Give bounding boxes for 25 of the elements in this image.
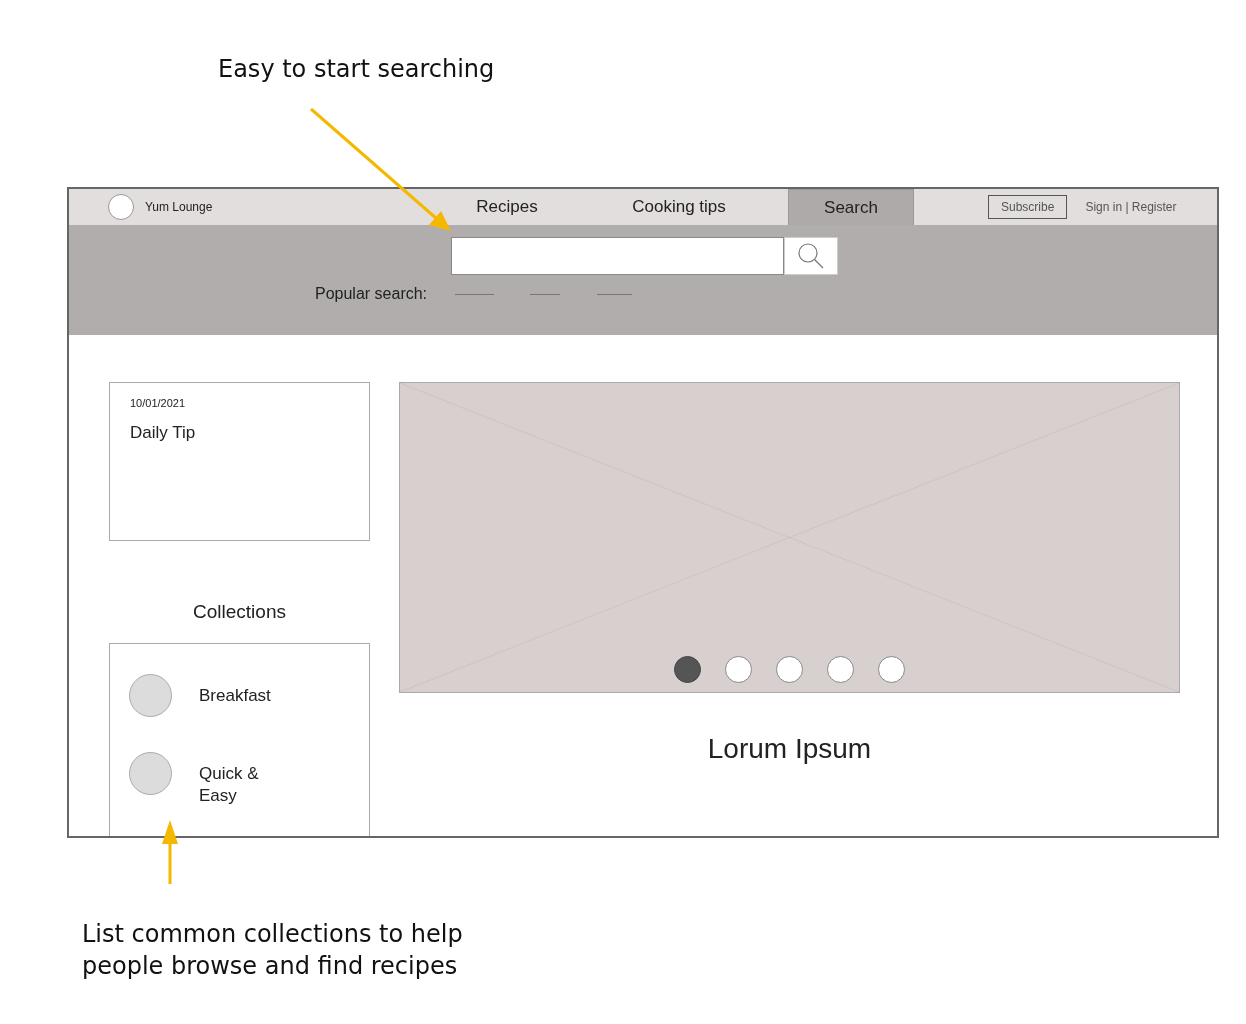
search-field[interactable]	[451, 237, 784, 275]
annotation-text: List common collections to help people browse and find recipes	[82, 919, 464, 982]
collection-thumbnail	[129, 674, 172, 717]
logo-icon	[108, 194, 134, 220]
placeholder-line	[455, 293, 495, 295]
brand-name: Yum Lounge	[145, 200, 213, 214]
tip-date: 10/01/2021	[130, 397, 186, 409]
collection-thumbnail	[129, 752, 172, 795]
tip-title: Daily Tip	[130, 423, 196, 443]
annotation-text: Easy to start searching	[218, 55, 495, 83]
nav-tab[interactable]: Recipes	[444, 189, 570, 225]
collections-heading: Collections	[193, 601, 286, 623]
collection-item[interactable]: Quick & Easy	[199, 763, 279, 807]
nav-tab[interactable]: Cooking tips	[616, 189, 742, 225]
nav-tab[interactable]: Search	[788, 189, 914, 225]
hero-caption: Lorum Ipsum	[707, 733, 872, 765]
placeholder-line	[597, 293, 633, 295]
placeholder-line	[530, 293, 561, 295]
annotation-arrow	[162, 820, 178, 886]
popular-search-label: Popular search:	[315, 285, 428, 303]
sign-in-link[interactable]: Sign in | Register	[1085, 200, 1177, 214]
search-icon	[796, 242, 826, 270]
search-button[interactable]	[784, 237, 838, 275]
subscribe-button[interactable]: Subscribe	[988, 195, 1068, 219]
collection-item[interactable]: Breakfast	[199, 685, 279, 707]
